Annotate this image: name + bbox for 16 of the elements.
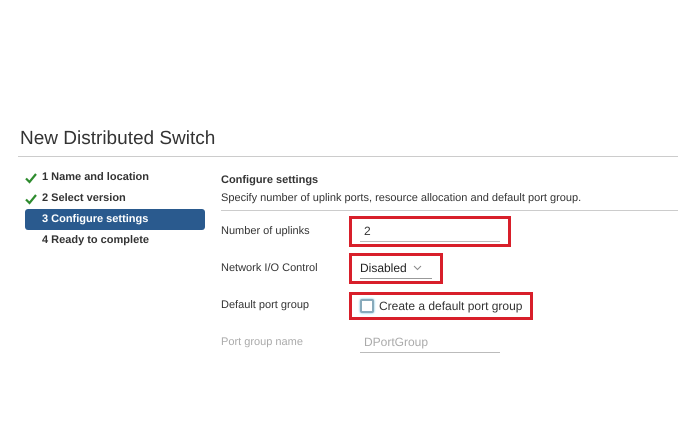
wizard-step[interactable]: 1 Name and location: [25, 167, 205, 188]
field-label: Port group name: [221, 335, 304, 350]
wizard-step[interactable]: 3 Configure settings: [25, 209, 205, 230]
dropdown[interactable]: Disabled: [360, 258, 432, 279]
wizard-step[interactable]: 4 Ready to complete: [25, 230, 205, 251]
field-label: Number of uplinks: [221, 224, 311, 240]
wizard-step[interactable]: 2 Select version: [25, 188, 205, 209]
checkbox-label[interactable]: Create a default port group: [379, 296, 522, 314]
section-description: Specify number of uplink ports, resource allocation and default port group.: [221, 191, 582, 206]
window-title: New Distributed Switch: [20, 127, 216, 151]
checkbox[interactable]: [360, 298, 374, 312]
field-label: Network I/O Control: [221, 261, 319, 276]
field-label: Default port group: [221, 298, 310, 314]
caret-icon: [412, 265, 422, 271]
input-field[interactable]: 2: [360, 221, 500, 242]
section-title: Configure settings: [221, 173, 320, 188]
